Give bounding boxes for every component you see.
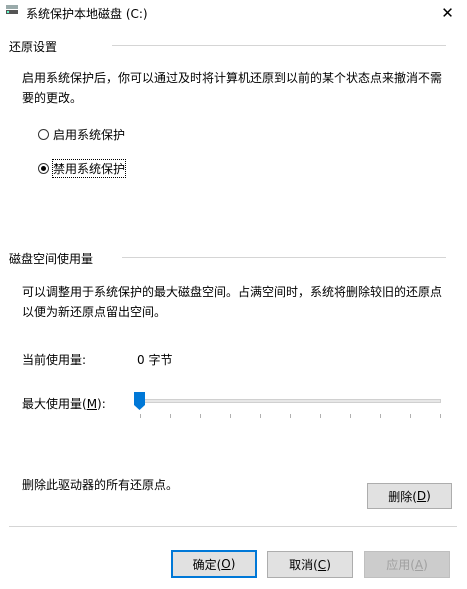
restore-description-line1: 启用系统保护后，你可以通过及时将计算机还原到以前的某个状态点来撤消不需 <box>22 71 443 85</box>
delete-button[interactable]: 删除(D) <box>367 483 452 509</box>
current-usage-value: 0 字节 <box>137 353 173 367</box>
restore-group-divider <box>112 45 446 46</box>
footer-divider <box>9 526 457 527</box>
apply-button[interactable]: 应用(A) <box>364 551 450 578</box>
window-title: 系统保护本地磁盘 (C:) <box>26 7 148 21</box>
delete-description: 删除此驱动器的所有还原点。 <box>22 478 179 492</box>
disk-description-line1: 可以调整用于系统保护的最大磁盘空间。占满空间时，系统将删除较旧的还原点 <box>22 285 443 299</box>
slider-tick <box>349 414 351 418</box>
radio-enable-protection[interactable]: 启用系统保护 <box>38 126 125 143</box>
slider-tick <box>319 414 321 418</box>
disk-group-divider <box>122 257 446 258</box>
radio-enable-icon <box>38 129 49 140</box>
slider-tick <box>439 414 441 418</box>
current-usage-label: 当前使用量: <box>22 353 87 367</box>
ok-button[interactable]: 确定(O) <box>171 550 257 578</box>
slider-tick <box>409 414 411 418</box>
restore-group-title: 还原设置 <box>9 38 62 55</box>
disk-group-title: 磁盘空间使用量 <box>9 250 98 267</box>
radio-disable-icon <box>38 163 49 174</box>
slider-track <box>138 399 441 403</box>
radio-enable-label: 启用系统保护 <box>53 128 126 142</box>
close-button[interactable]: ✕ <box>428 0 467 26</box>
slider-tick <box>199 414 201 418</box>
slider-tick <box>289 414 291 418</box>
drive-icon <box>6 5 18 14</box>
slider-tick <box>379 414 381 418</box>
max-usage-label: 最大使用量(M): <box>22 397 106 411</box>
close-icon: ✕ <box>441 3 454 22</box>
disk-description-line2: 以便为新还原点留出空间。 <box>22 305 167 319</box>
max-usage-slider[interactable] <box>134 392 444 422</box>
radio-disable-protection[interactable]: 禁用系统保护 <box>38 159 127 178</box>
cancel-button[interactable]: 取消(C) <box>267 551 353 578</box>
slider-tick <box>259 414 261 418</box>
slider-tick <box>229 414 231 418</box>
slider-thumb[interactable] <box>134 392 145 410</box>
radio-disable-label: 禁用系统保护 <box>51 159 127 178</box>
restore-description-line2: 要的更改。 <box>22 91 83 105</box>
slider-tick <box>169 414 171 418</box>
slider-tick <box>139 414 141 418</box>
